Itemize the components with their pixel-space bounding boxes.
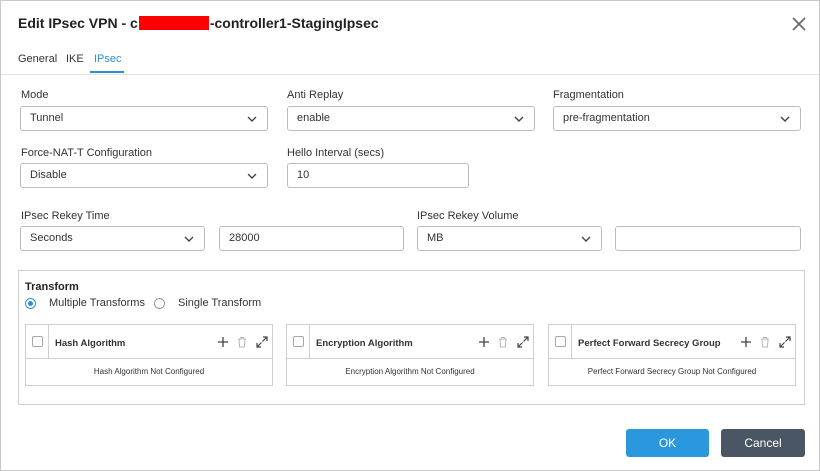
pfs-group-panel: Perfect Forward Secrecy Group Perfect Fo… [548, 324, 796, 386]
panel-title: Hash Algorithm [55, 338, 126, 349]
hash-algorithm-panel: Hash Algorithm Hash Algorithm Not Config… [25, 324, 273, 386]
select-all-checkbox[interactable] [293, 336, 304, 347]
anti-replay-select[interactable]: enable [287, 106, 535, 131]
rekey-time-unit-select[interactable]: Seconds [20, 226, 205, 251]
trash-icon[interactable] [496, 335, 510, 349]
transform-title: Transform [25, 281, 79, 293]
rekey-volume-input[interactable] [615, 226, 801, 251]
empty-state: Hash Algorithm Not Configured [93, 367, 205, 376]
anti-replay-label: Anti Replay [287, 89, 344, 101]
hello-interval-input[interactable]: 10 [287, 163, 469, 188]
close-icon[interactable] [790, 15, 808, 33]
tabs-divider [1, 74, 819, 75]
chevron-down-icon [247, 116, 257, 122]
rekey-time-label: IPsec Rekey Time [21, 210, 110, 222]
edit-ipsec-vpn-dialog: Edit IPsec VPN - c -controller1-StagingIp… [0, 0, 820, 471]
multiple-transforms-radio[interactable] [25, 298, 36, 309]
mode-value: Tunnel [30, 112, 64, 124]
mode-label: Mode [21, 89, 49, 101]
multiple-transforms-label: Multiple Transforms [49, 297, 145, 309]
chevron-down-icon [247, 173, 257, 179]
header-divider [571, 325, 572, 359]
panel-title: Encryption Algorithm [316, 338, 413, 349]
chevron-down-icon [780, 116, 790, 122]
rekey-time-input[interactable]: 28000 [219, 226, 404, 251]
panel-header: Encryption Algorithm [287, 325, 533, 359]
plus-icon[interactable] [216, 335, 230, 349]
redacted-block [138, 16, 209, 30]
panel-header: Perfect Forward Secrecy Group [549, 325, 795, 359]
chevron-down-icon [581, 236, 591, 242]
trash-icon[interactable] [758, 335, 772, 349]
force-nat-t-label: Force-NAT-T Configuration [21, 147, 153, 159]
plus-icon[interactable] [477, 335, 491, 349]
select-all-checkbox[interactable] [555, 336, 566, 347]
fragmentation-select[interactable]: pre-fragmentation [553, 106, 801, 131]
force-nat-t-value: Disable [30, 169, 67, 181]
panel-title: Perfect Forward Secrecy Group [578, 338, 721, 349]
encryption-algorithm-panel: Encryption Algorithm Encryption Algorith… [286, 324, 534, 386]
empty-state: Perfect Forward Secrecy Group Not Config… [587, 367, 757, 376]
rekey-time-unit-value: Seconds [30, 232, 73, 244]
header-divider [309, 325, 310, 359]
cancel-button[interactable]: Cancel [721, 429, 805, 457]
single-transform-radio[interactable] [154, 298, 165, 309]
select-all-checkbox[interactable] [32, 336, 43, 347]
force-nat-t-select[interactable]: Disable [20, 163, 268, 188]
panel-header: Hash Algorithm [26, 325, 272, 359]
hello-interval-label: Hello Interval (secs) [287, 147, 385, 159]
hello-interval-value: 10 [297, 169, 310, 181]
fragmentation-value: pre-fragmentation [563, 112, 650, 124]
tab-general[interactable]: General [18, 53, 57, 65]
tab-ike[interactable]: IKE [66, 53, 84, 65]
active-tab-indicator [90, 71, 124, 73]
mode-select[interactable]: Tunnel [20, 106, 268, 131]
dialog-title-prefix: Edit IPsec VPN - c [18, 15, 138, 31]
header-divider [48, 325, 49, 359]
chevron-down-icon [514, 116, 524, 122]
dialog-title-suffix: -controller1-StagingIpsec [209, 15, 379, 31]
rekey-volume-label: IPsec Rekey Volume [417, 210, 519, 222]
rekey-volume-unit-value: MB [427, 232, 444, 244]
empty-state: Encryption Algorithm Not Configured [345, 367, 475, 376]
plus-icon[interactable] [739, 335, 753, 349]
fragmentation-label: Fragmentation [553, 89, 624, 101]
tab-ipsec[interactable]: IPsec [94, 53, 122, 65]
anti-replay-value: enable [297, 112, 331, 124]
expand-icon[interactable] [516, 335, 530, 349]
single-transform-label: Single Transform [178, 297, 262, 309]
expand-icon[interactable] [778, 335, 792, 349]
expand-icon[interactable] [255, 335, 269, 349]
trash-icon[interactable] [235, 335, 249, 349]
dialog-title: Edit IPsec VPN - c -controller1-StagingIp… [18, 15, 379, 31]
ok-button[interactable]: OK [626, 429, 709, 457]
rekey-time-value: 28000 [229, 232, 260, 244]
chevron-down-icon [184, 236, 194, 242]
rekey-volume-unit-select[interactable]: MB [417, 226, 602, 251]
